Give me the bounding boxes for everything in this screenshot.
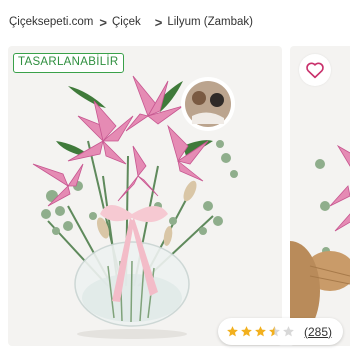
breadcrumb-separator: > — [154, 14, 163, 30]
favorite-button[interactable] — [299, 54, 331, 86]
star-full-icon — [241, 326, 252, 337]
product-image-card[interactable]: TASARLANABİLİR — [8, 46, 282, 346]
product-photo — [32, 75, 238, 339]
breadcrumb-link-lily[interactable]: Lilyum (Zambak) — [167, 16, 253, 28]
heart-outline-icon — [306, 62, 324, 79]
breadcrumb-separator: > — [99, 14, 107, 30]
next-product-photo — [290, 144, 350, 341]
star-full-icon — [227, 326, 238, 337]
next-product-card[interactable] — [290, 46, 350, 346]
star-empty-icon — [283, 326, 294, 337]
star-full-icon — [255, 326, 266, 337]
customizable-badge: TASARLANABİLİR — [13, 53, 124, 73]
breadcrumb-link-flowers[interactable]: Çiçek — [112, 16, 141, 28]
product-image-carousel[interactable]: TASARLANABİLİR (285) — [0, 44, 350, 350]
breadcrumb-link-home[interactable]: Çiçeksepeti.com — [9, 16, 93, 28]
star-half-icon — [269, 326, 280, 337]
rating-stars — [226, 325, 295, 338]
rating-pill[interactable]: (285) — [218, 318, 343, 345]
breadcrumb: Çiçeksepeti.com > Çiçek > Lilyum (Zambak… — [0, 0, 350, 44]
review-count-link[interactable]: (285) — [304, 325, 332, 339]
